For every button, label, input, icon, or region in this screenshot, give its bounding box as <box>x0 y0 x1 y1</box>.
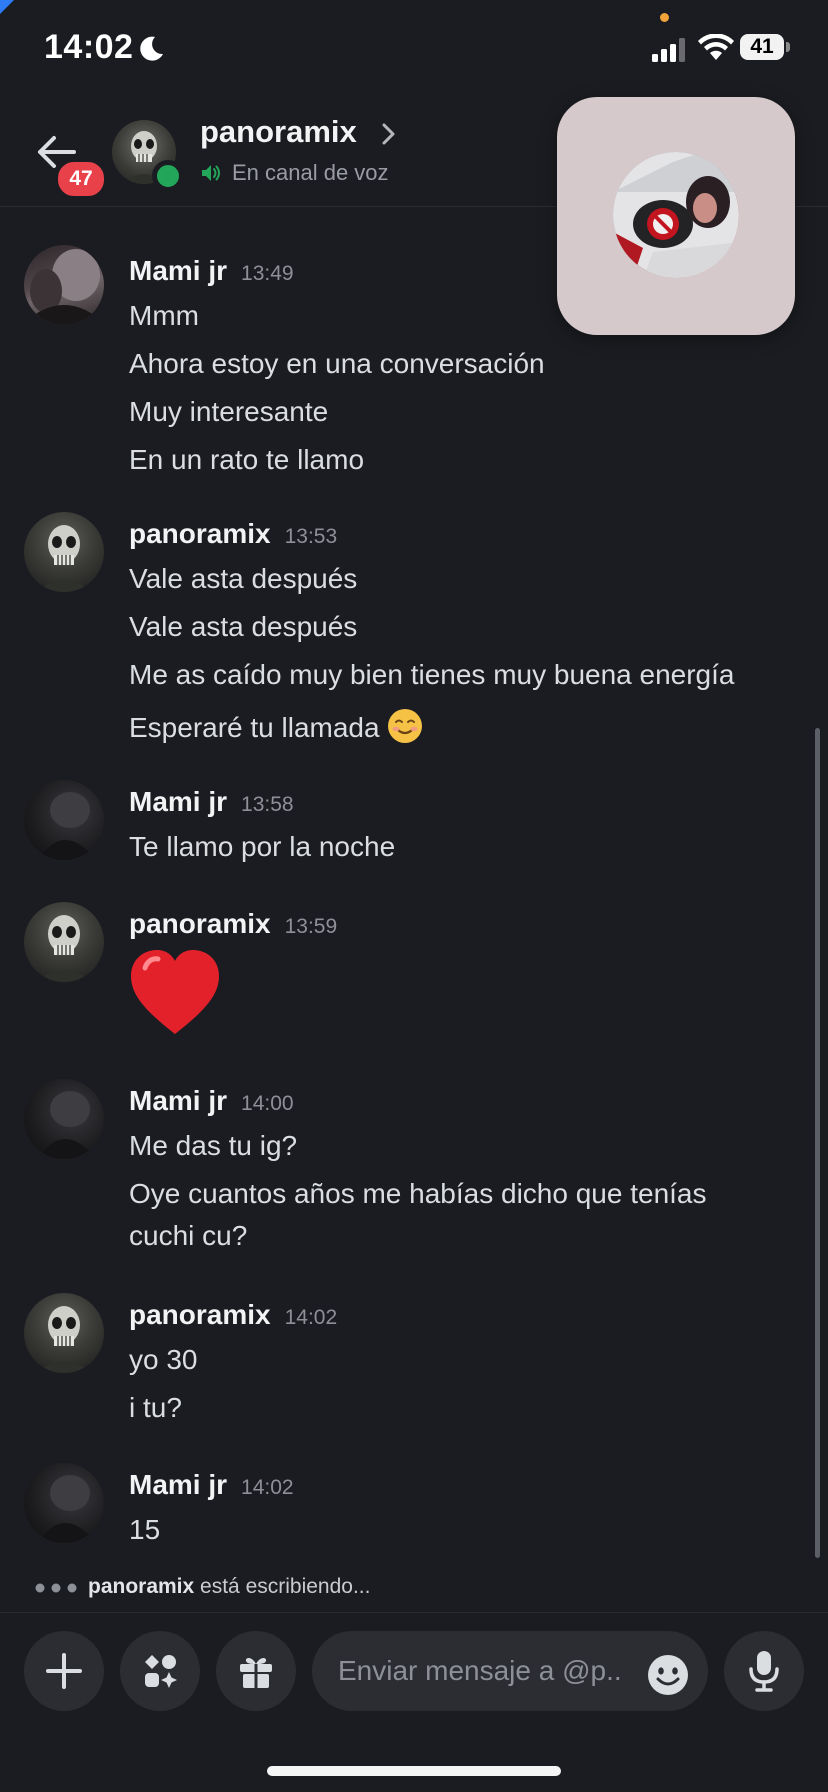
unread-badge: 47 <box>54 158 108 200</box>
message-composer <box>0 1612 828 1731</box>
moon-icon <box>140 36 163 61</box>
message-timestamp: 13:49 <box>241 262 294 285</box>
skull-mask-icon <box>36 915 92 982</box>
message-text: En un rato te llamo <box>129 444 365 475</box>
message-text: Oye cuantos años me habías dicho que ten… <box>129 1178 707 1209</box>
battery-level: 41 <box>740 34 784 60</box>
message-header: panoramix 14:02 <box>129 1299 337 1339</box>
message-list[interactable]: Mami jr 13:49 Mmm Ahora estoy en una conv… <box>0 208 828 1568</box>
message-text: Ahora estoy en una conversación <box>129 348 545 379</box>
typing-user: panoramix <box>88 1575 195 1598</box>
message-header: Mami jr 14:02 <box>129 1469 294 1509</box>
message-header: Mami jr 14:00 <box>129 1085 294 1125</box>
add-attachment-button[interactable] <box>24 1631 104 1711</box>
avatar-photo <box>38 1091 96 1159</box>
avatar[interactable] <box>24 1463 104 1543</box>
smiling-face-emoji-icon <box>387 709 422 743</box>
message-author[interactable]: Mami jr <box>129 255 227 286</box>
avatar[interactable] <box>24 902 104 982</box>
typing-dots-icon <box>35 1583 77 1593</box>
message-author[interactable]: panoramix <box>129 518 271 549</box>
message-text: Mmm <box>129 300 199 331</box>
emoji-icon[interactable] <box>646 1653 690 1697</box>
message-text: 15 <box>129 1514 161 1545</box>
message-timestamp: 14:02 <box>284 1306 338 1329</box>
gift-icon <box>240 1657 272 1688</box>
speaker-icon <box>202 165 220 181</box>
message-header: Mami jr 13:58 <box>129 786 294 826</box>
skull-mask-icon <box>36 525 92 592</box>
message-text-line: Esperaré tu llamada <box>129 707 424 745</box>
typing-label: está escribiendo... <box>194 1575 371 1598</box>
message-text: Vale asta después <box>129 611 358 642</box>
avatar[interactable] <box>24 1293 104 1373</box>
battery-indicator: 41 <box>740 34 790 62</box>
message-text: Muy interesante <box>129 396 329 427</box>
wifi-icon <box>698 34 734 60</box>
home-indicator[interactable] <box>267 1766 561 1776</box>
message-author[interactable]: panoramix <box>129 908 271 939</box>
typing-indicator: panoramix está escribiendo... <box>0 1570 828 1610</box>
message-text: Me as caído muy bien tienes muy buena en… <box>129 659 735 690</box>
message-text: Te llamo por la noche <box>129 831 396 862</box>
message-text: yo 30 <box>129 1344 198 1375</box>
message-timestamp: 13:53 <box>284 525 338 548</box>
apps-icon <box>145 1655 177 1688</box>
message-timestamp: 13:59 <box>284 915 338 938</box>
avatar[interactable] <box>24 245 104 325</box>
cellular-signal-icon <box>652 38 685 62</box>
scrollbar-thumb[interactable] <box>815 728 820 1558</box>
avatar-photo <box>30 249 100 325</box>
battery-cap <box>786 42 790 52</box>
status-time: 14:02 <box>44 28 134 66</box>
voice-message-button[interactable] <box>724 1631 804 1711</box>
avatar[interactable] <box>24 780 104 860</box>
message-header: panoramix 13:59 <box>129 908 337 948</box>
message-author[interactable]: Mami jr <box>129 786 227 817</box>
status-bar: 14:02 41 <box>0 0 828 100</box>
avatar-photo <box>38 792 96 860</box>
privacy-indicator-dot <box>660 13 669 22</box>
message-text: Me das tu ig? <box>129 1130 298 1161</box>
online-status-dot <box>152 160 184 192</box>
message-timestamp: 13:58 <box>241 793 294 816</box>
message-timestamp: 14:00 <box>241 1092 294 1115</box>
gift-button[interactable] <box>216 1631 296 1711</box>
message-text: cuchi cu? <box>129 1220 248 1251</box>
chevron-right-icon[interactable] <box>380 122 398 146</box>
header-username[interactable]: panoramix <box>200 114 357 150</box>
message-text: Vale asta después <box>129 563 358 594</box>
message-author[interactable]: panoramix <box>129 1299 271 1330</box>
message-author[interactable]: Mami jr <box>129 1085 227 1116</box>
red-heart-emoji-icon <box>131 950 219 1034</box>
apps-button[interactable] <box>120 1631 200 1711</box>
message-header: Mami jr 13:49 <box>129 255 294 295</box>
microphone-icon <box>749 1651 779 1692</box>
message-text: Esperaré tu llamada <box>129 712 380 743</box>
message-timestamp: 14:02 <box>241 1476 294 1499</box>
message-text: i tu? <box>129 1392 182 1423</box>
location-arrow-icon <box>0 0 14 14</box>
app: 14:02 41 47 panoramix En canal de voz Ma… <box>0 0 828 1792</box>
avatar[interactable] <box>24 512 104 592</box>
avatar[interactable] <box>24 1079 104 1159</box>
avatar-photo <box>38 1475 96 1543</box>
message-author[interactable]: Mami jr <box>129 1469 227 1500</box>
skull-mask-icon <box>36 1306 92 1373</box>
typing-text: panoramix está escribiendo... <box>88 1575 370 1599</box>
plus-icon <box>46 1653 82 1689</box>
voice-channel-status: En canal de voz <box>232 160 389 185</box>
message-header: panoramix 13:53 <box>129 518 337 558</box>
